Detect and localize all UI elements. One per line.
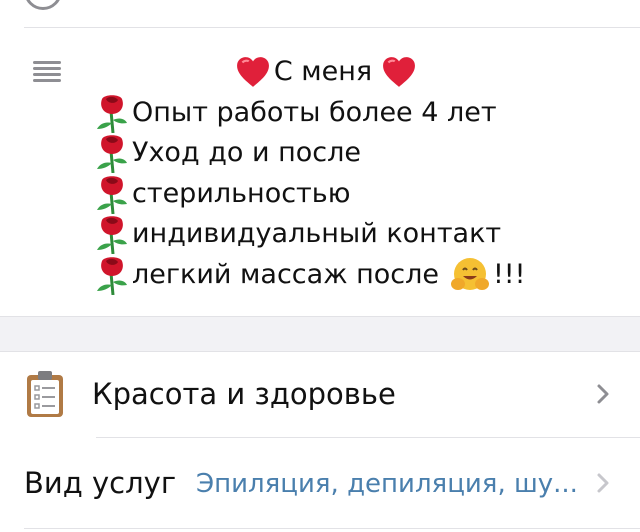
description-item: индивидуальный контакт bbox=[96, 214, 556, 255]
hugging-face-icon bbox=[450, 257, 489, 290]
category-row[interactable]: Красота и здоровье bbox=[0, 352, 640, 436]
description-item: легкий массаж после !!! bbox=[96, 255, 556, 296]
chevron-right-icon bbox=[597, 384, 609, 404]
description-text: С меня Опыт работы более 4 лет Уход до и… bbox=[96, 52, 556, 295]
rose-icon bbox=[97, 257, 127, 295]
description-item-text: стерильностью bbox=[132, 177, 351, 209]
service-type-label: Вид услуг bbox=[24, 466, 177, 500]
chevron-right-icon bbox=[597, 473, 609, 493]
section-separator bbox=[0, 317, 640, 351]
description-item: Уход до и после bbox=[96, 133, 556, 174]
divider-top bbox=[24, 27, 640, 28]
divider-section-top bbox=[0, 316, 640, 317]
description-item-text: легкий массаж после bbox=[132, 258, 439, 290]
service-type-value: Эпиляция, депиляция, шу... bbox=[196, 469, 578, 499]
top-partial-circle-icon bbox=[24, 0, 62, 10]
rose-icon bbox=[97, 135, 127, 174]
heart-icon bbox=[236, 57, 269, 88]
divider-bottom bbox=[24, 528, 640, 529]
rose-icon bbox=[97, 216, 127, 255]
description-title: С меня bbox=[273, 56, 373, 87]
description-title-line: С меня bbox=[96, 52, 556, 93]
service-type-row[interactable]: Вид услуг Эпиляция, депиляция, шу... bbox=[0, 438, 640, 528]
clipboard-icon bbox=[27, 371, 63, 417]
rose-icon bbox=[97, 176, 127, 214]
description-item: Опыт работы более 4 лет bbox=[96, 93, 556, 134]
description-suffix: !!! bbox=[492, 258, 526, 290]
description-item: стерильностью bbox=[96, 174, 556, 215]
description-item-text: Уход до и после bbox=[132, 137, 361, 168]
rose-icon bbox=[97, 95, 127, 133]
description-item-text: индивидуальный контакт bbox=[132, 218, 502, 249]
description-item-text: Опыт работы более 4 лет bbox=[132, 96, 497, 128]
heart-icon bbox=[383, 57, 416, 88]
description-lines-icon bbox=[33, 61, 61, 87]
category-label: Красота и здоровье bbox=[92, 377, 396, 411]
